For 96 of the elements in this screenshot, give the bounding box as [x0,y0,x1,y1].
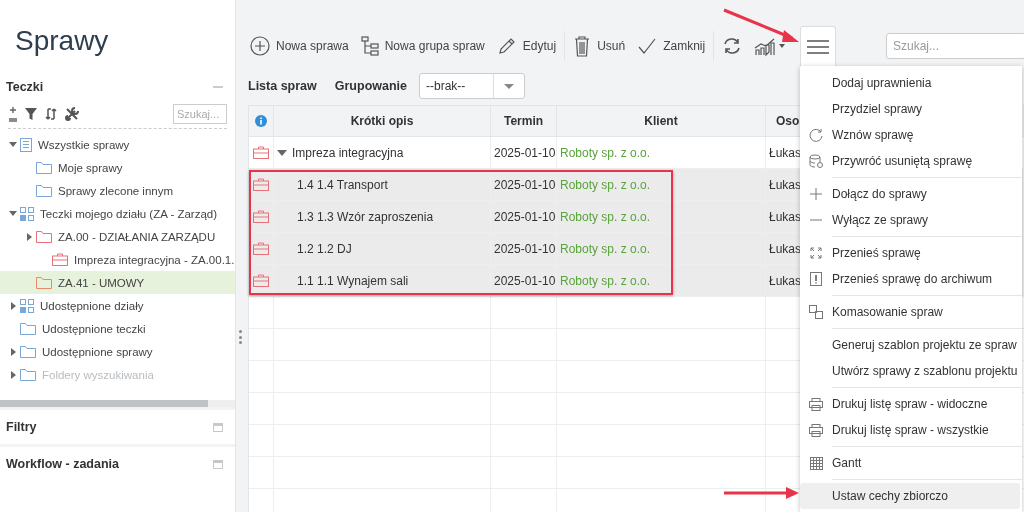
menu-icon [807,39,830,54]
menu-item[interactable]: Komasowanie spraw [800,299,1022,325]
archive-icon [810,272,822,286]
table-cell: Łukas [769,273,802,288]
panel-title: Teczki [6,80,44,94]
printer-icon [809,423,823,437]
briefcase-icon [253,242,269,255]
menu-item[interactable]: Przenieś sprawę do archiwum [800,266,1022,292]
menu-item[interactable]: Drukuj listę spraw - wszystkie [800,417,1022,443]
plus-circle-icon [250,36,270,56]
table-row[interactable] [249,233,274,265]
table-cell: Roboty sp. z o.o. [560,273,651,288]
search-field[interactable]: Szukaj... [173,104,227,124]
menu-button[interactable] [800,26,837,67]
table-cell: 1.4 1.4 Transport [297,177,388,192]
tree-item[interactable]: Udostępnione sprawy [0,340,235,363]
hierarchy-icon [360,36,379,56]
table-cell: 2025-01-10 [494,241,556,256]
table-cell: Impreza integracyjna [292,145,404,160]
briefcase-icon [253,146,269,159]
panel-title: Filtry [6,420,37,434]
table-cell: Roboty sp. z o.o. [560,145,651,160]
tree-item[interactable]: ZA.41 - UMOWY [0,271,235,294]
printer-icon [809,397,823,411]
merge-icon [809,305,823,319]
toolbar-button[interactable]: Edytuj [490,30,563,62]
menu-item[interactable]: Wyłącz ze sprawy [800,207,1022,233]
tree-item[interactable]: Udostępnione działy [0,294,235,317]
briefcase-icon [253,178,269,191]
menu-item[interactable]: Przydziel sprawy [800,96,1022,122]
menu-item[interactable]: Dodaj uprawnienia [800,70,1022,96]
table-cell: 2025-01-10 [494,145,556,160]
table-cell: 2025-01-10 [494,273,556,288]
column-header[interactable]: Krótki opis [274,105,491,137]
menu-item[interactable]: Drukuj listę spraw - widoczne [800,391,1022,417]
list-title: Lista spraw [248,79,317,93]
briefcase-icon [253,210,269,223]
menu-item[interactable]: Gantt [800,450,1022,476]
tree-item[interactable]: Wszystkie sprawy [0,133,235,156]
tree-item[interactable]: Udostępnione teczki [0,317,235,340]
menu-item[interactable]: Dołącz do sprawy [800,181,1022,207]
table-cell: Roboty sp. z o.o. [560,177,651,192]
menu-item[interactable]: Przywróć usuniętą sprawę [800,148,1022,174]
tree-item[interactable]: Teczki mojego działu (ZA - Zarząd) [0,202,235,225]
table-cell: Roboty sp. z o.o. [560,241,651,256]
briefcase-icon [253,274,269,287]
table-cell: Łukas [769,241,802,256]
caret-right-icon[interactable] [26,232,32,241]
tree-item[interactable]: ZA.00 - DZIAŁANIA ZARZĄDU [0,225,235,248]
pencil-icon [496,36,517,56]
trash-icon [573,35,592,57]
menu-item[interactable]: Ustaw cechy zbiorczo [800,483,1020,509]
caret-right-icon[interactable] [10,301,16,310]
table-cell: 2025-01-10 [494,209,556,224]
plus-icon [810,188,822,200]
expand-icon [810,247,822,259]
tools-icon[interactable] [64,106,80,122]
info-icon [255,115,267,127]
app-title: Sprawy [15,24,110,58]
expand-collapse-icon[interactable] [8,106,18,122]
column-header[interactable]: Termin [491,105,557,137]
grouping-dropdown[interactable]: --brak-- [419,73,525,99]
database-icon [809,154,823,168]
menu-item[interactable]: Generuj szablon projektu ze spraw [800,332,1022,358]
menu-item[interactable]: Utwórz sprawy z szablonu projektu [800,358,1022,384]
minus-icon [810,219,822,221]
tree-item[interactable]: Impreza integracyjna - ZA.00.1. [0,248,235,271]
caret-right-icon[interactable] [10,347,16,356]
grouping-label: Grupowanie [334,79,407,93]
scrollbar[interactable] [0,400,235,407]
table-cell: Łukas [769,177,802,192]
table-cell: Roboty sp. z o.o. [560,209,651,224]
table-cell: Łukas [769,209,802,224]
table-cell: 1.2 1.2 DJ [297,241,352,256]
tree-item[interactable]: Sprawy zlecone innym [0,179,235,202]
panel-title: Workflow - zadania [6,457,119,471]
menu-item[interactable]: Wznów sprawę [800,122,1022,148]
table-cell: 2025-01-10 [494,177,556,192]
toolbar-button[interactable]: Usuń [567,30,632,62]
column-header[interactable]: Klient [557,105,766,137]
tree-item[interactable]: Moje sprawy [0,156,235,179]
toolbar-button[interactable]: Nowa sprawa [244,30,355,62]
table-cell: 1.1 1.1 Wynajem sali [297,273,409,288]
menu-item[interactable]: Przenieś sprawę [800,240,1022,266]
toolbar-button[interactable]: Zamknij [631,30,712,62]
check-icon [637,37,658,55]
splitter-handle[interactable] [239,330,242,344]
search-field[interactable]: Szukaj... [886,33,1024,59]
grid-icon [809,456,823,470]
table-row[interactable] [249,201,274,233]
filter-icon[interactable] [24,106,38,122]
caret-down-icon[interactable] [9,142,17,147]
toolbar-button[interactable]: Nowa grupa spraw [354,30,491,62]
table-cell: Łukas [769,145,802,160]
caret-down-icon[interactable] [277,149,287,156]
table-cell: 1.3 1.3 Wzór zaproszenia [297,209,434,224]
